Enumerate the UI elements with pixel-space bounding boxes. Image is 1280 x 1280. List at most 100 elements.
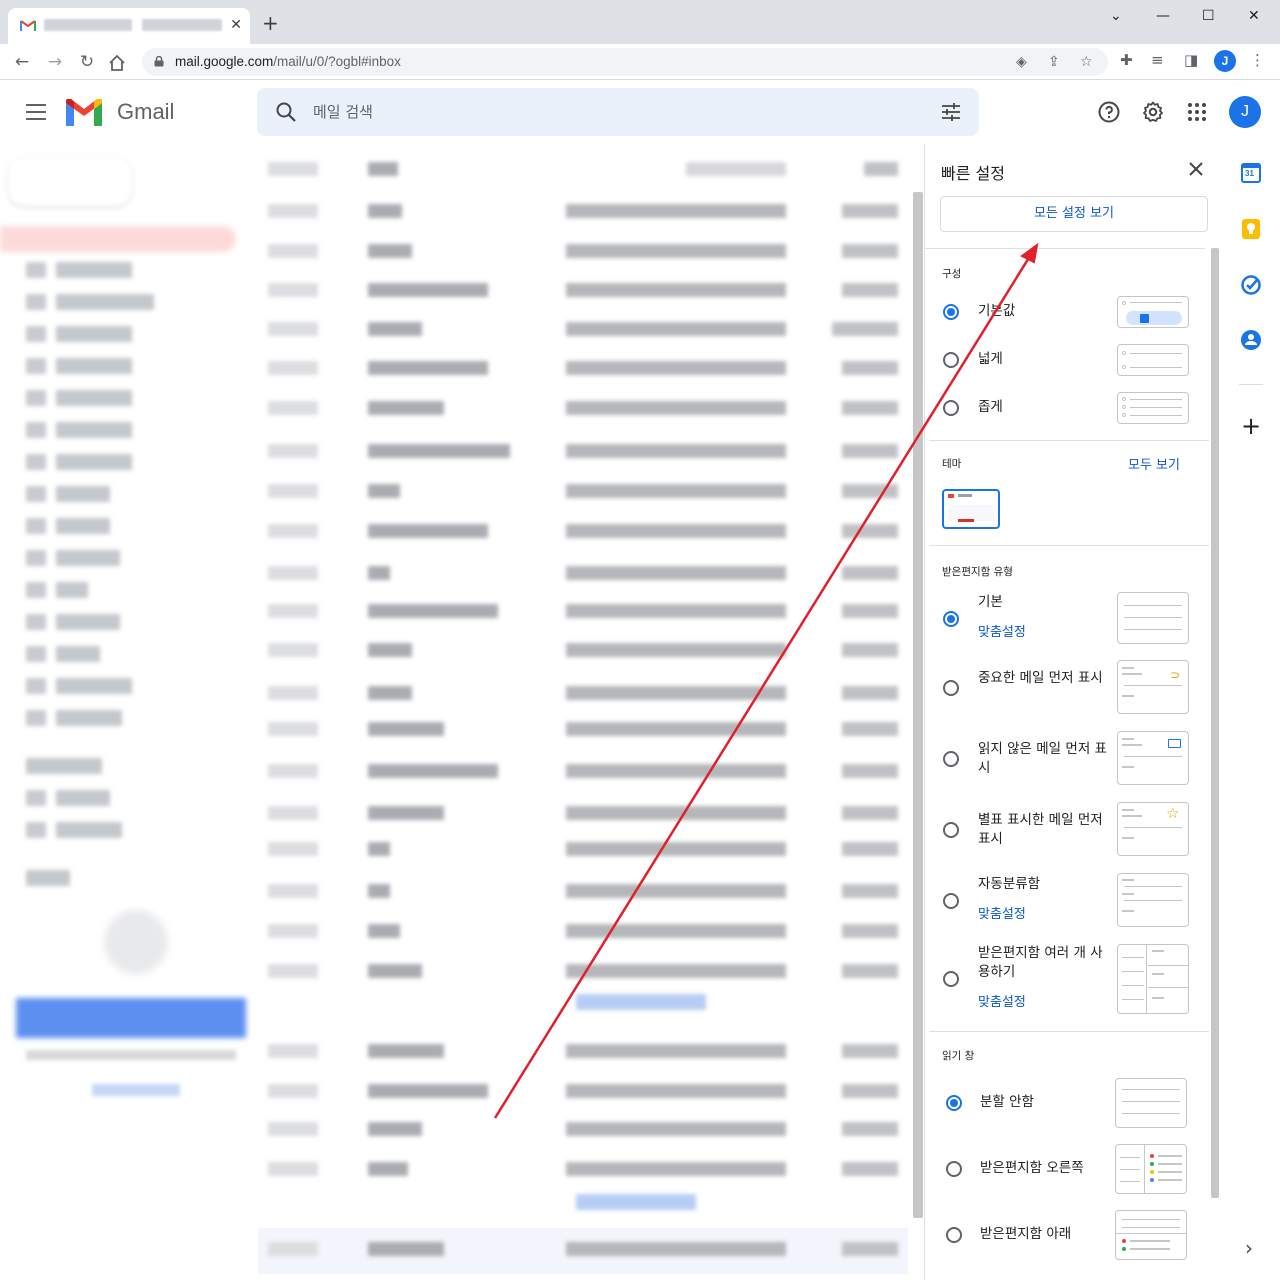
inbox-important-first-radio[interactable] — [943, 680, 959, 696]
mail-list-scrollbar[interactable] — [913, 192, 923, 1218]
inbox-unread-first-thumbnail[interactable] — [1117, 731, 1189, 785]
inbox-default-customize-link[interactable]: 맞춤설정 — [978, 621, 1026, 640]
inbox-multiple-radio[interactable] — [943, 971, 959, 987]
maximize-button[interactable]: ☐ — [1202, 6, 1215, 26]
sidebar-button-redacted — [16, 998, 246, 1038]
tab-search-icon[interactable]: ⌄ — [1110, 6, 1122, 26]
quick-settings-scrollbar[interactable] — [1211, 248, 1219, 1198]
browser-menu-icon[interactable]: ⋮ — [1250, 50, 1265, 70]
reading-pane-right-thumbnail[interactable] — [1115, 1144, 1187, 1194]
sidebar-text-redacted — [26, 1050, 236, 1060]
density-compact-thumbnail[interactable] — [1117, 392, 1189, 424]
reading-pane-below-label[interactable]: 받은편지함 아래 — [980, 1225, 1071, 1244]
main-menu-icon[interactable] — [26, 104, 46, 120]
inbox-priority-thumbnail[interactable] — [1117, 873, 1189, 927]
help-icon[interactable] — [1097, 100, 1121, 124]
inbox-unread-first-radio[interactable] — [943, 751, 959, 767]
mail-row-redacted — [268, 399, 898, 417]
mail-row-redacted — [268, 720, 898, 738]
search-icon[interactable] — [275, 101, 297, 123]
mail-row-redacted — [268, 762, 898, 780]
side-panel-icon[interactable]: ◨ — [1184, 50, 1198, 70]
sidebar-illustration-redacted — [104, 910, 168, 974]
inbox-multiple-label[interactable]: 받은편지함 여러 개 사용하기 — [978, 944, 1108, 982]
reading-pane-right-radio[interactable] — [946, 1161, 962, 1177]
lock-icon — [154, 56, 164, 67]
density-comfortable-thumbnail[interactable] — [1117, 344, 1189, 376]
inbox-priority-customize-link[interactable]: 맞춤설정 — [978, 903, 1026, 922]
add-addon-icon[interactable]: + — [1241, 414, 1261, 438]
settings-gear-icon[interactable] — [1141, 100, 1165, 124]
keep-icon[interactable] — [1240, 218, 1262, 240]
inbox-default-radio[interactable] — [943, 611, 959, 627]
apps-grid-icon[interactable] — [1185, 100, 1209, 124]
density-heading: 구성 — [942, 268, 962, 280]
search-bar[interactable] — [257, 88, 979, 136]
expand-panel-icon[interactable]: › — [1245, 1238, 1253, 1258]
mail-row-redacted — [268, 160, 898, 178]
density-compact-radio[interactable] — [943, 400, 959, 416]
bookmark-star-icon[interactable]: ☆ — [1080, 53, 1093, 71]
inbox-default-label[interactable]: 기본 — [978, 593, 1003, 612]
density-default-radio[interactable] — [943, 304, 959, 320]
extensions-icon[interactable]: ✚ — [1120, 50, 1133, 70]
browser-profile-avatar[interactable]: J — [1214, 50, 1236, 72]
inbox-multiple-thumbnail[interactable] — [1117, 944, 1189, 1014]
mail-row-redacted — [268, 641, 898, 659]
reading-pane-none-label[interactable]: 분할 안함 — [980, 1093, 1034, 1112]
privacy-eye-icon[interactable]: ◈ — [1016, 53, 1027, 71]
reload-icon[interactable]: ↻ — [75, 50, 99, 74]
reading-pane-right-label[interactable]: 받은편지함 오른쪽 — [980, 1159, 1084, 1178]
inbox-starred-first-radio[interactable] — [943, 822, 959, 838]
density-default-label[interactable]: 기본값 — [978, 302, 1015, 321]
inbox-priority-label[interactable]: 자동분류함 — [978, 875, 1040, 894]
inbox-unread-first-label[interactable]: 읽지 않은 메일 먼저 표시 — [978, 740, 1108, 778]
theme-thumbnail[interactable] — [942, 489, 1000, 529]
see-all-settings-button[interactable]: 모든 설정 보기 — [940, 196, 1208, 232]
reading-pane-below-thumbnail[interactable] — [1115, 1210, 1187, 1260]
sidebar-item-redacted — [26, 294, 154, 310]
search-input[interactable] — [313, 100, 913, 124]
forward-icon[interactable]: → — [43, 50, 67, 74]
reading-pane-none-radio[interactable] — [946, 1095, 962, 1111]
inbox-default-thumbnail[interactable] — [1117, 592, 1189, 644]
divider — [925, 248, 1205, 249]
address-bar[interactable]: mail.google.com/mail/u/0/?ogbl#inbox ◈ ⇪… — [142, 48, 1108, 76]
minimize-button[interactable]: — — [1156, 6, 1170, 26]
media-controls-icon[interactable]: ≡ — [1151, 50, 1164, 70]
back-icon[interactable]: ← — [10, 50, 34, 74]
tab-close-icon[interactable]: ✕ — [230, 16, 242, 34]
sidebar-item-redacted — [26, 758, 102, 774]
reading-pane-below-radio[interactable] — [946, 1227, 962, 1243]
density-comfortable-label[interactable]: 넓게 — [978, 350, 1003, 369]
inbox-important-first-label[interactable]: 중요한 메일 먼저 표시 — [978, 669, 1108, 688]
new-tab-button[interactable]: + — [262, 13, 279, 33]
close-window-button[interactable]: ✕ — [1248, 6, 1260, 26]
inbox-starred-first-label[interactable]: 별표 표시한 메일 먼저 표시 — [978, 811, 1108, 849]
close-icon[interactable] — [1187, 160, 1205, 178]
search-options-icon[interactable] — [941, 102, 961, 122]
sidebar-item-redacted — [26, 390, 132, 406]
inbox-priority-radio[interactable] — [943, 893, 959, 909]
account-avatar[interactable]: J — [1229, 96, 1261, 128]
density-default-thumbnail[interactable] — [1117, 296, 1189, 328]
mail-row-redacted — [268, 1042, 898, 1060]
mail-row-redacted — [268, 1120, 898, 1138]
browser-tab-gmail[interactable]: ✕ — [8, 8, 250, 44]
density-comfortable-radio[interactable] — [943, 352, 959, 368]
mail-row-redacted — [268, 242, 898, 260]
theme-view-all-link[interactable]: 모두 보기 — [1128, 454, 1180, 473]
product-name: Gmail — [117, 99, 175, 124]
share-icon[interactable]: ⇪ — [1048, 53, 1060, 71]
contacts-icon[interactable] — [1240, 329, 1262, 351]
home-icon[interactable] — [108, 54, 126, 72]
reading-pane-none-thumbnail[interactable] — [1115, 1078, 1187, 1128]
mail-row-redacted — [268, 482, 898, 500]
sidebar-item-redacted — [26, 518, 110, 534]
tasks-icon[interactable] — [1240, 274, 1262, 296]
inbox-starred-first-thumbnail[interactable]: ☆ — [1117, 802, 1189, 856]
inbox-multiple-customize-link[interactable]: 맞춤설정 — [978, 991, 1026, 1010]
density-compact-label[interactable]: 좁게 — [978, 398, 1003, 417]
calendar-icon[interactable]: 31 — [1240, 162, 1262, 184]
inbox-important-first-thumbnail[interactable]: ⊃ — [1117, 660, 1189, 714]
